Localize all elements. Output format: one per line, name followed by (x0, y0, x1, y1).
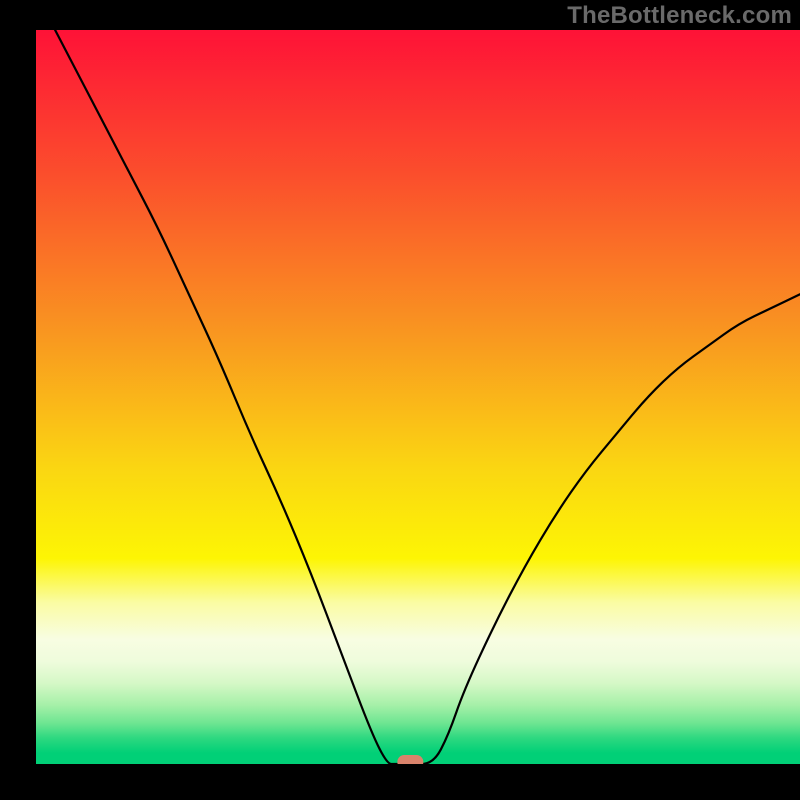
chart-frame: TheBottleneck.com (0, 0, 800, 800)
bottleneck-chart (0, 0, 800, 800)
gradient-plot-area (36, 30, 800, 764)
left-axis-bar (0, 0, 36, 800)
bottom-axis-bar (0, 764, 800, 800)
watermark-label: TheBottleneck.com (567, 2, 792, 30)
